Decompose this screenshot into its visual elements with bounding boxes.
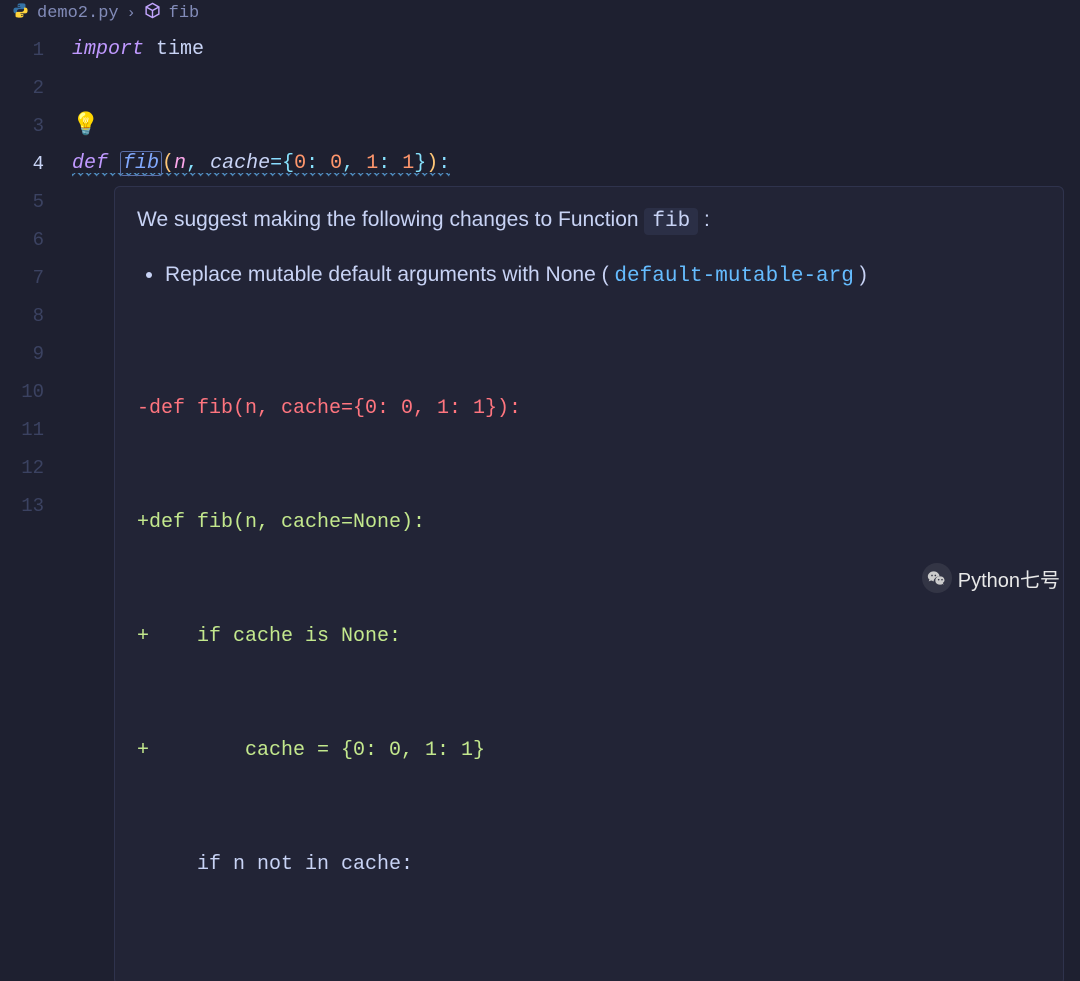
gutter: 1 2 3 4 5 6 7 8 9 10 11 12 13	[0, 31, 72, 525]
line-number: 5	[0, 183, 44, 221]
code-line[interactable]	[72, 69, 1080, 107]
symbol-icon	[144, 2, 161, 25]
breadcrumb-file[interactable]: demo2.py	[37, 4, 119, 23]
code-inline: fib	[644, 208, 698, 235]
diff-block: -def fib(n, cache={0: 0, 1: 1}): +def fi…	[137, 314, 1041, 960]
rule-link[interactable]: default-mutable-arg	[614, 265, 853, 288]
line-number: 8	[0, 297, 44, 335]
code-line[interactable]: 💡	[72, 107, 1080, 145]
line-number: 3	[0, 107, 44, 145]
line-number: 11	[0, 411, 44, 449]
chevron-right-icon: ›	[127, 5, 136, 22]
suggestion-item: Replace mutable default arguments with N…	[165, 257, 1041, 295]
watermark: Python七号	[922, 563, 1060, 593]
line-number: 12	[0, 449, 44, 487]
code-line[interactable]: import time	[72, 31, 1080, 69]
diff-added: +def fib(n, cache=None):	[137, 504, 1041, 542]
breadcrumb: demo2.py › fib	[0, 0, 1080, 31]
line-number: 6	[0, 221, 44, 259]
diff-context: if n not in cache:	[137, 846, 1041, 884]
line-number: 7	[0, 259, 44, 297]
breadcrumb-symbol[interactable]: fib	[169, 4, 200, 23]
watermark-text: Python七号	[958, 564, 1060, 593]
line-number: 9	[0, 335, 44, 373]
suggestion-list: Replace mutable default arguments with N…	[165, 257, 1041, 295]
line-number: 2	[0, 69, 44, 107]
suggestion-message: We suggest making the following changes …	[137, 203, 1041, 239]
diff-added: + cache = {0: 0, 1: 1}	[137, 732, 1041, 770]
wechat-icon	[922, 563, 952, 593]
python-icon	[12, 2, 29, 25]
diff-removed: -def fib(n, cache={0: 0, 1: 1}):	[137, 390, 1041, 428]
line-number: 1	[0, 31, 44, 69]
code-line[interactable]: def fib(n, cache={0: 0, 1: 1}):	[72, 145, 1080, 183]
line-number: 4	[0, 145, 44, 183]
line-number: 10	[0, 373, 44, 411]
lightbulb-icon[interactable]: 💡	[72, 113, 99, 138]
diff-added: + if cache is None:	[137, 618, 1041, 656]
line-number: 13	[0, 487, 44, 525]
